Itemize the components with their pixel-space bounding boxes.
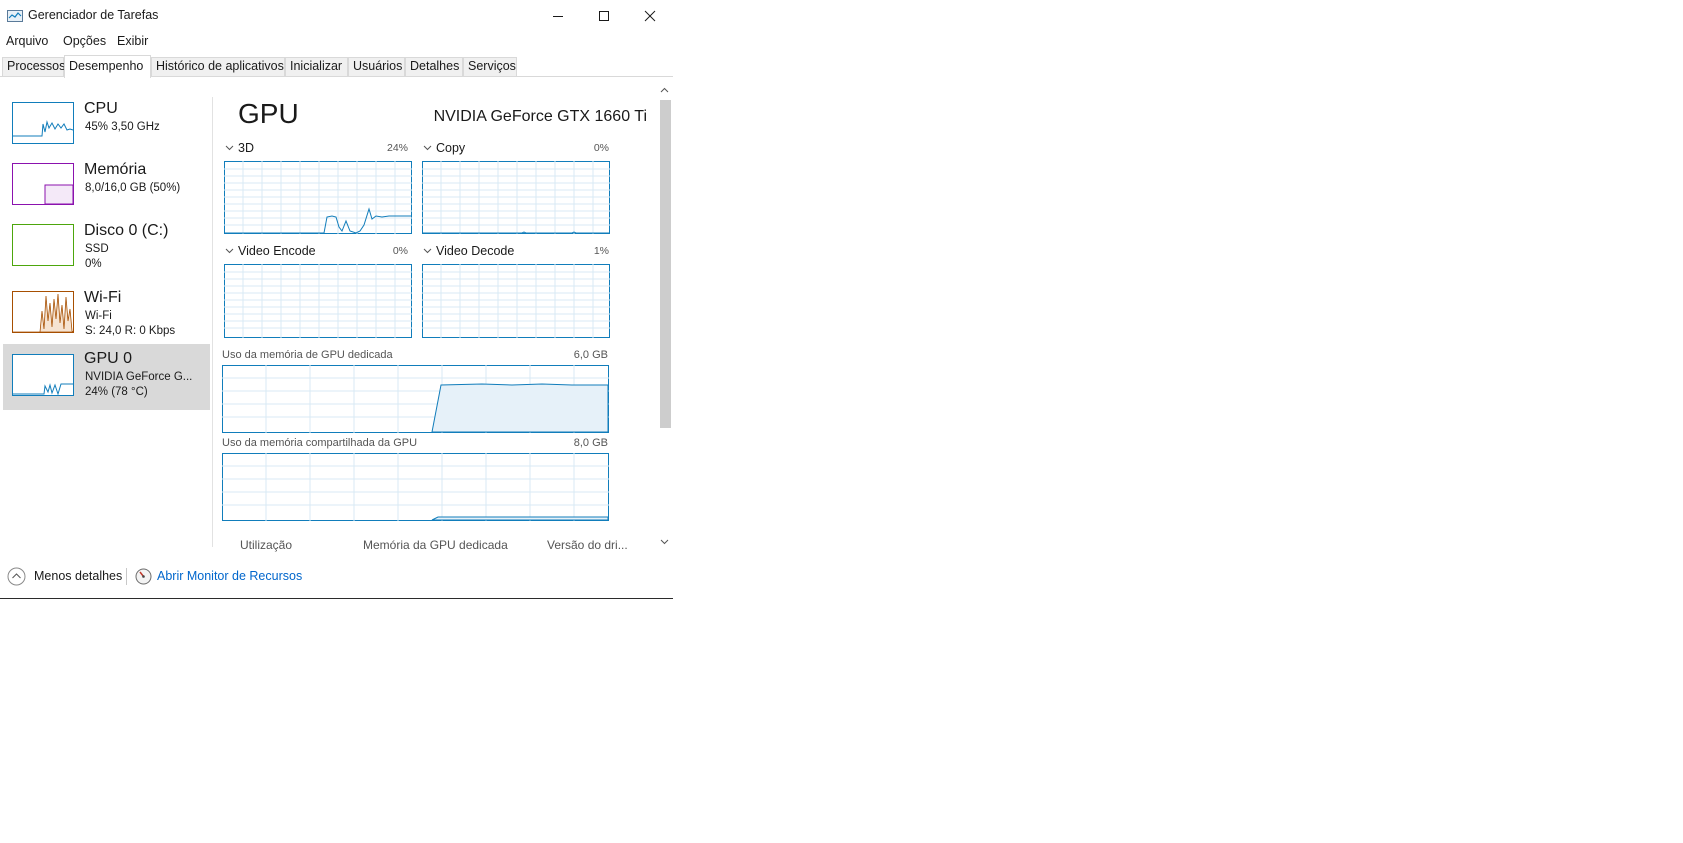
- dedicated-memory-graph: [222, 365, 609, 433]
- disk-thumbnail-graph: [12, 224, 74, 266]
- engine-3d-graph: [224, 161, 412, 234]
- maximize-icon: [599, 11, 609, 21]
- engine-copy-label[interactable]: Copy: [436, 141, 465, 155]
- tab-usuarios[interactable]: Usuários: [348, 57, 405, 76]
- menu-opcoes[interactable]: Opções: [63, 34, 106, 48]
- menu-bar: Arquivo Opções Exibir: [0, 32, 673, 54]
- sidebar-item-name: Memória: [84, 161, 147, 178]
- minimize-button[interactable]: [535, 0, 581, 32]
- tab-desempenho[interactable]: Desempenho: [64, 55, 151, 78]
- sidebar-item-name: CPU: [84, 100, 118, 117]
- memory-thumbnail-graph: [12, 163, 74, 205]
- tab-servicos[interactable]: Serviços: [463, 57, 517, 76]
- engine-video-encode-graph: [224, 264, 412, 338]
- chevron-down-icon[interactable]: [423, 145, 432, 151]
- sidebar-item-detail-2: S: 24,0 R: 0 Kbps: [85, 325, 176, 337]
- engine-video-encode-percent: 0%: [392, 245, 408, 257]
- engine-copy-graph: [422, 161, 610, 234]
- menu-exibir[interactable]: Exibir: [117, 34, 148, 48]
- sidebar-item-gpu0[interactable]: GPU 0 NVIDIA GeForce G... 24% (78 °C): [3, 344, 210, 410]
- scroll-up-icon[interactable]: [660, 87, 669, 93]
- sidebar-item-detail-2: 24% (78 °C): [85, 386, 148, 398]
- page-title: GPU: [238, 98, 299, 129]
- sidebar-item-detail: SSD: [85, 243, 109, 255]
- stat-utilizacao-label: Utilização: [240, 538, 293, 552]
- engine-3d-percent: 24%: [386, 142, 408, 154]
- tab-detalhes[interactable]: Detalhes: [405, 57, 463, 76]
- wifi-thumbnail-graph: [12, 291, 74, 333]
- shared-memory-label: Uso da memória compartilhada da GPU: [222, 437, 418, 449]
- tab-bar: Processos Desempenho Histórico de aplica…: [0, 55, 673, 78]
- engine-copy-percent: 0%: [593, 142, 609, 154]
- engine-video-decode-percent: 1%: [593, 245, 609, 257]
- gpu-thumbnail-graph: [12, 354, 74, 396]
- sidebar-item-wifi[interactable]: Wi-Fi Wi-Fi S: 24,0 R: 0 Kbps: [3, 283, 210, 345]
- shared-memory-graph: [222, 453, 609, 521]
- collapse-up-icon[interactable]: [7, 567, 26, 586]
- chevron-down-icon[interactable]: [423, 248, 432, 254]
- sidebar-item-memoria[interactable]: Memória 8,0/16,0 GB (50%): [3, 155, 210, 217]
- gpu-model-name: NVIDIA GeForce GTX 1660 Ti: [433, 108, 647, 125]
- stat-driver-version-label: Versão do dri...: [547, 538, 628, 552]
- engine-video-decode-graph: [422, 264, 610, 338]
- performance-sidebar: CPU 45% 3,50 GHz Memória 8,0/16,0 GB (50…: [0, 80, 212, 550]
- maximize-button[interactable]: [581, 0, 627, 32]
- tab-processos[interactable]: Processos: [2, 57, 65, 76]
- scroll-thumb[interactable]: [660, 100, 671, 428]
- sidebar-item-detail: 45% 3,50 GHz: [85, 121, 160, 133]
- scroll-down-icon[interactable]: [660, 539, 669, 545]
- resource-monitor-icon: [135, 568, 152, 585]
- sidebar-item-detail: NVIDIA GeForce G...: [85, 371, 193, 383]
- engine-video-decode-label[interactable]: Video Decode: [436, 244, 514, 258]
- task-manager-app-icon: [7, 10, 23, 22]
- panel-divider: [212, 97, 213, 547]
- sidebar-item-cpu[interactable]: CPU 45% 3,50 GHz: [3, 94, 210, 156]
- dedicated-memory-max: 6,0 GB: [573, 349, 608, 361]
- engine-video-encode-label[interactable]: Video Encode: [238, 244, 316, 258]
- minimize-icon: [553, 16, 563, 17]
- footer-divider: [126, 568, 127, 585]
- task-manager-window: Gerenciador de Tarefas Arquivo Opções Ex…: [0, 0, 673, 599]
- stat-dedicated-memory-label: Memória da GPU dedicada: [363, 538, 508, 552]
- tab-historico-de-aplicativos[interactable]: Histórico de aplicativos: [151, 57, 285, 76]
- footer-bar: Menos detalhes Abrir Monitor de Recursos: [0, 562, 673, 592]
- menu-arquivo[interactable]: Arquivo: [6, 34, 48, 48]
- title-bar: Gerenciador de Tarefas: [0, 0, 673, 32]
- sidebar-item-detail-2: 0%: [85, 258, 102, 270]
- open-resource-monitor-link[interactable]: Abrir Monitor de Recursos: [157, 569, 302, 583]
- shared-memory-max: 8,0 GB: [573, 437, 608, 449]
- window-title: Gerenciador de Tarefas: [28, 8, 159, 22]
- sidebar-item-detail: 8,0/16,0 GB (50%): [85, 182, 181, 194]
- tab-inicializar[interactable]: Inicializar: [285, 57, 348, 76]
- sidebar-item-name: Disco 0 (C:): [84, 222, 169, 239]
- dedicated-memory-label: Uso da memória de GPU dedicada: [222, 349, 393, 361]
- close-icon: [644, 10, 656, 22]
- gpu-detail-panel: GPU NVIDIA GeForce GTX 1660 Ti 3D 24% Co…: [218, 80, 658, 550]
- sidebar-item-name: GPU 0: [84, 350, 133, 367]
- vertical-scrollbar[interactable]: [656, 80, 673, 552]
- sidebar-item-name: Wi-Fi: [84, 289, 122, 306]
- chevron-down-icon[interactable]: [225, 145, 234, 151]
- cpu-thumbnail-graph: [12, 102, 74, 144]
- less-details-button[interactable]: Menos detalhes: [34, 569, 122, 583]
- close-button[interactable]: [627, 0, 673, 32]
- sidebar-item-detail: Wi-Fi: [85, 310, 112, 322]
- chevron-down-icon[interactable]: [225, 248, 234, 254]
- engine-3d-label[interactable]: 3D: [238, 141, 254, 155]
- sidebar-item-disco[interactable]: Disco 0 (C:) SSD 0%: [3, 216, 210, 278]
